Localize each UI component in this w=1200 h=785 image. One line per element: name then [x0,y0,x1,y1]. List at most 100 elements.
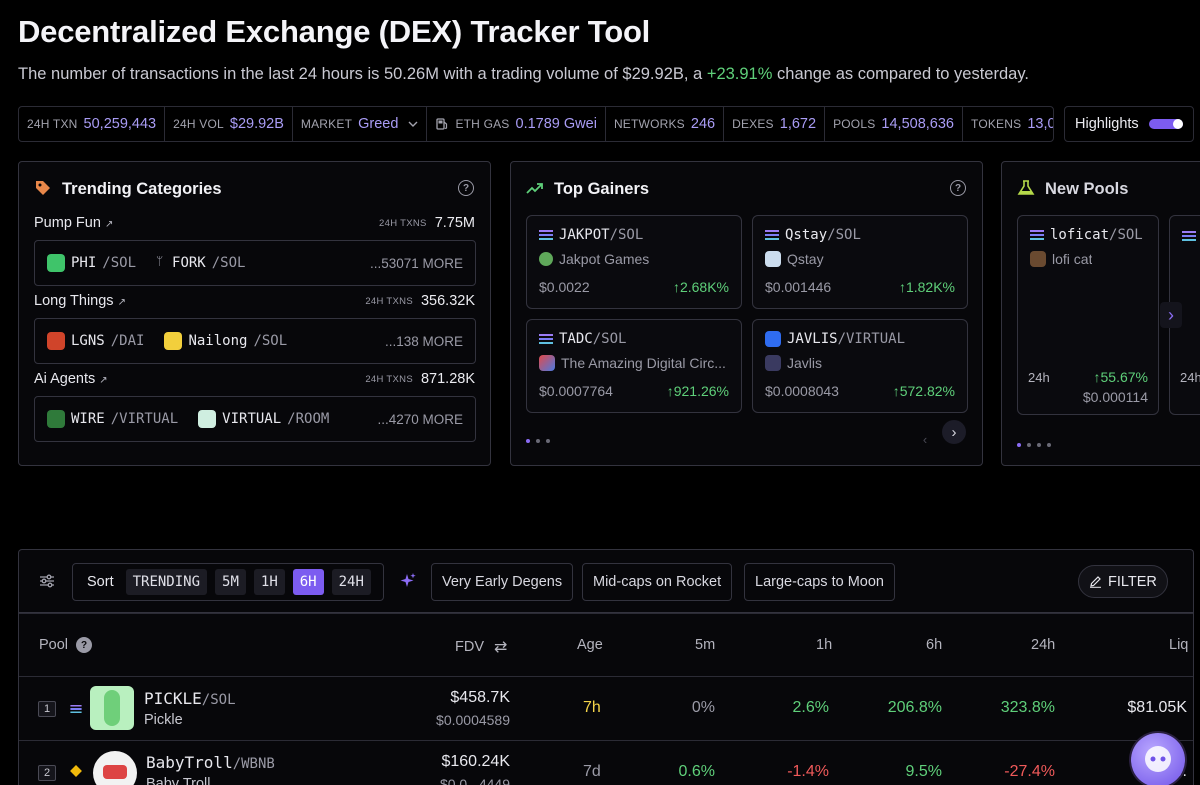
subtitle-change: +23.91% [706,65,773,83]
stat-value: 246 [690,116,716,132]
pair-link[interactable]: VIRTUAL/ROOM [198,410,329,428]
pair-base: loficat [1050,227,1110,243]
pool-pair: PICKLE/SOL [144,689,236,708]
market-sentiment-dropdown[interactable]: MARKET Greed [293,107,428,141]
pair-base: WIRE [71,411,105,427]
pair-quote: /WBNB [232,756,275,772]
gainer-change: ↑921.26% [667,383,729,399]
stat-value: Greed [358,116,399,132]
gainer-token-name: Jakpot Games [539,251,734,267]
change-5m: 0% [691,699,715,716]
pair-quote: /DAI [110,333,145,349]
category-link-pump-fun[interactable]: Pump Fun ↗ [34,215,113,231]
chat-assistant-button[interactable] [1131,733,1185,785]
token-avatar [90,686,134,730]
token-logo [539,252,553,266]
timeframe-6h-button[interactable]: 6H [292,569,324,595]
gainer-price: $0.0007764 [539,383,613,399]
pair-base: Qstay [785,227,828,243]
category-link-long-things[interactable]: Long Things ↗ [34,293,126,309]
toggle-switch[interactable] [1149,119,1183,129]
category-name: Ai Agents [34,371,96,387]
help-icon[interactable]: ? [76,637,93,653]
more-link[interactable]: ...138 MORE [385,334,463,349]
timeframe-24h-button[interactable]: 24H [331,569,371,595]
col-24h[interactable]: 24h [1031,637,1055,653]
stat-value: 14,508,636 [881,116,954,132]
gainer-card[interactable]: JAKPOT/SOL Jakpot Games $0.0022 ↑2.68K% [526,215,742,309]
txns-value: 356.32K [420,293,475,309]
gainer-pair: JAVLIS/VIRTUAL [765,331,905,347]
category-pairs-box: PHI/SOL ᛘ FORK/SOL ...53071 MORE [34,240,476,286]
col-liq[interactable]: Liq [1169,637,1188,653]
carousel-next-button[interactable]: › [1160,302,1182,328]
stat-value: 50,259,443 [83,116,157,132]
external-link-icon: ↗ [99,375,108,386]
sort-trending-button[interactable]: TRENDING [125,569,208,595]
new-pool-card[interactable]: loficat/SOL lofi cat 24h ↑55.67% $0.0001… [1017,215,1159,415]
help-icon[interactable]: ? [458,180,474,196]
pair-link[interactable]: LGNS/DAI [47,332,144,350]
timeframe-5m-button[interactable]: 5M [215,569,246,595]
pair-quote: /VIRTUAL [837,331,906,347]
col-1h[interactable]: 1h [816,637,832,653]
col-age[interactable]: Age [577,637,603,653]
timeframe-1h-button[interactable]: 1H [253,569,285,595]
pair-link[interactable]: PHI/SOL [47,254,136,272]
col-6h[interactable]: 6h [926,637,942,653]
gainer-card[interactable]: JAVLIS/VIRTUAL Javlis $0.0008043 ↑572.82… [752,319,968,413]
pair-quote: /SOL [201,692,236,708]
solana-icon [70,705,82,713]
carousel-prev-button[interactable]: ‹ [916,432,934,450]
carousel-dots [526,439,550,443]
liquidity-value: $81.05K [1127,699,1187,716]
fdv-value: $458.7K [450,689,510,706]
preset-large-caps-to-moon[interactable]: Large-caps to Moon [744,563,895,601]
carousel-next-button[interactable]: › [942,420,966,444]
token-name: Qstay [787,251,824,267]
preset-very-early-degens[interactable]: Very Early Degens [431,563,574,601]
stat-label: 24H VOL [173,117,224,131]
change-24h: 323.8% [1000,699,1055,716]
pair-base: PHI [71,255,97,271]
stat-tokens: TOKENS 13,042,42 [963,107,1053,141]
gainer-token-name: Javlis [765,355,960,371]
pair-link[interactable]: Nailong/SOL [164,332,287,350]
change-value: 2.68K% [679,279,729,295]
preset-mid-caps-on-rocket[interactable]: Mid-caps on Rocket [582,563,733,601]
highlights-toggle[interactable]: Highlights [1064,106,1194,142]
filter-button[interactable]: FILTER [1078,565,1168,598]
pair-quote: /SOL [211,255,246,271]
help-icon[interactable]: ? [950,180,966,196]
gainer-card[interactable]: TADC/SOL The Amazing Digital Circ... $0.… [526,319,742,413]
fork-icon: ᛘ [156,254,164,268]
trending-categories-panel: Trending Categories ? Pump Fun ↗ 24H TXN… [18,161,491,466]
pair-link[interactable]: WIRE/VIRTUAL [47,410,178,428]
token-name: The Amazing Digital Circ... [561,355,726,371]
token-name: Javlis [787,355,823,371]
pool-period: 24h [1180,370,1200,385]
more-link[interactable]: ...53071 MORE [370,256,463,271]
stat-label: TOKENS [971,117,1022,131]
category-link-ai-agents[interactable]: Ai Agents ↗ [34,371,108,387]
pair-link[interactable]: ᛘ FORK/SOL [156,254,245,272]
top-gainers-panel: Top Gainers ? JAKPOT/SOL Jakpot Games $0… [510,161,983,466]
pair-base: BabyTroll [146,753,233,772]
new-pools-panel: New Pools loficat/SOL lofi cat 24h ↑55.6… [1001,161,1200,466]
more-link[interactable]: ...4270 MORE [377,412,463,427]
arrow-up-icon: ↑ [666,383,674,399]
pair-quote: /ROOM [287,411,330,427]
col-fdv[interactable]: FDV ⇄ [455,637,507,657]
col-5m[interactable]: 5m [695,637,715,653]
table-row[interactable]: 2 BabyTroll/WBNB Baby Troll $160.24K $0.… [19,741,1193,785]
table-row[interactable]: 1 PICKLE/SOL Pickle $458.7K $0.0004589 7… [19,677,1193,741]
gainer-card[interactable]: Qstay/SOL Qstay $0.001446 ↑1.82K% [752,215,968,309]
stats-bar: 24H TXN 50,259,443 24H VOL $29.92B MARKE… [18,106,1054,142]
solana-icon [1030,230,1044,240]
col-pool[interactable]: Pool? [39,637,93,653]
panel-title: Trending Categories [62,180,222,198]
virtual-chain-icon [765,331,781,347]
token-logo [47,332,65,350]
sliders-icon[interactable] [39,573,55,589]
swap-icon[interactable]: ⇄ [494,637,507,657]
